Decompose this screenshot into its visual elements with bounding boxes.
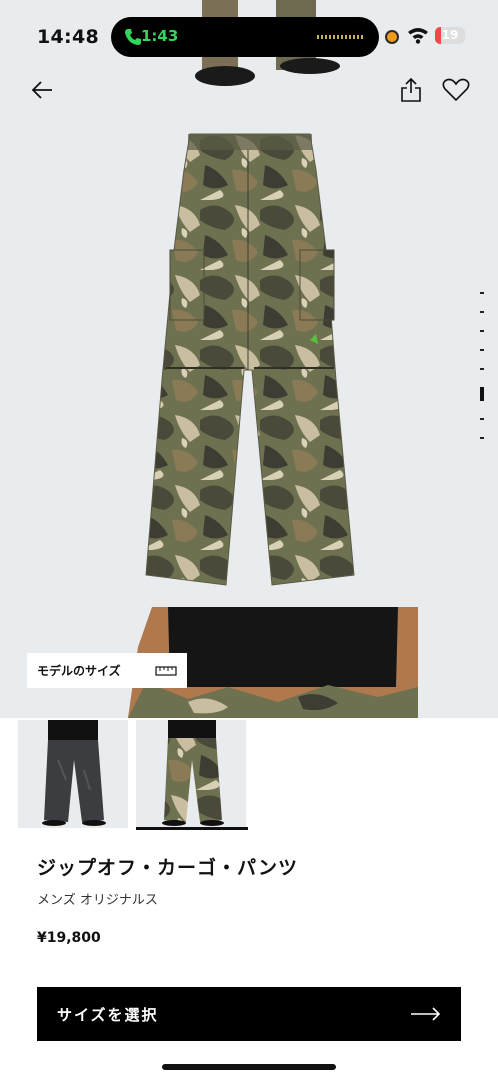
heart-icon bbox=[442, 78, 470, 102]
gallery-dot bbox=[480, 418, 484, 420]
battery-indicator: 19 bbox=[435, 27, 465, 44]
audio-waveform-icon bbox=[317, 35, 365, 39]
arrow-right-icon bbox=[411, 1007, 441, 1021]
product-image-gallery[interactable]: 14:48 1:43 19 モデルのサイズ bbox=[0, 0, 498, 718]
gallery-dot bbox=[480, 437, 484, 439]
thumbnail-black[interactable] bbox=[18, 720, 128, 828]
thumbnail-camo[interactable] bbox=[136, 720, 246, 828]
model-size-button[interactable]: モデルのサイズ bbox=[27, 653, 187, 688]
dynamic-island-call[interactable]: 1:43 bbox=[111, 17, 379, 57]
clock: 14:48 bbox=[37, 26, 99, 48]
home-indicator[interactable] bbox=[162, 1064, 336, 1070]
share-icon bbox=[401, 77, 421, 102]
gallery-dot bbox=[480, 349, 484, 351]
call-duration: 1:43 bbox=[141, 27, 179, 45]
phone-icon bbox=[125, 29, 141, 45]
gallery-dot bbox=[480, 368, 484, 370]
favorite-button[interactable] bbox=[441, 75, 471, 105]
gallery-scroll-indicator bbox=[480, 292, 486, 456]
product-image bbox=[145, 133, 355, 586]
gallery-dot bbox=[480, 292, 484, 294]
gallery-dot bbox=[480, 330, 484, 332]
product-price: ¥19,800 bbox=[37, 930, 101, 946]
wifi-icon bbox=[408, 28, 428, 44]
colorway-thumbnails bbox=[0, 718, 498, 830]
battery-percent: 19 bbox=[441, 28, 459, 42]
status-bar: 14:48 1:43 19 bbox=[0, 0, 498, 70]
arrow-left-icon bbox=[31, 81, 52, 99]
selected-thumbnail-indicator bbox=[136, 827, 248, 830]
camera-indicator-icon bbox=[385, 30, 399, 44]
gallery-dot bbox=[480, 311, 484, 313]
model-size-label: モデルのサイズ bbox=[37, 664, 121, 678]
thumbnail-black-image bbox=[42, 720, 106, 826]
select-size-label: サイズを選択 bbox=[57, 1005, 159, 1024]
ruler-icon bbox=[155, 665, 177, 676]
back-button[interactable] bbox=[27, 75, 57, 105]
select-size-button[interactable]: サイズを選択 bbox=[37, 987, 461, 1041]
gallery-dot-active bbox=[480, 387, 484, 401]
share-button[interactable] bbox=[396, 75, 426, 105]
thumbnail-camo-image bbox=[162, 720, 224, 826]
product-category: メンズ オリジナルス bbox=[37, 893, 158, 908]
product-title: ジップオフ・カーゴ・パンツ bbox=[37, 857, 298, 879]
